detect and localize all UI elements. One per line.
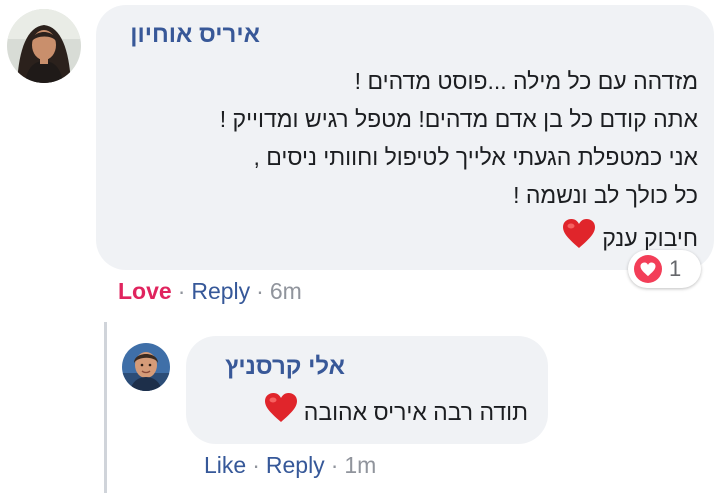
reply-text: תודה רבה איריס אהובה — [303, 398, 528, 425]
reaction-count: 1 — [669, 256, 682, 281]
separator-dot: · — [177, 278, 186, 304]
replier-avatar[interactable] — [122, 343, 170, 391]
comment-text-line: כל כולך לב ונשמה ! — [513, 182, 698, 208]
reaction-summary[interactable]: 1 — [628, 250, 701, 288]
comment-text-line: מזדהה עם כל מילה ...פוסט מדהים ! — [354, 68, 698, 94]
comment-timestamp[interactable]: 6m — [270, 276, 302, 306]
like-button[interactable]: Like — [204, 450, 246, 480]
reply-button[interactable]: Reply — [266, 450, 325, 480]
heart-emoji-icon — [264, 392, 298, 431]
commenter-avatar[interactable] — [7, 9, 81, 83]
comment-author-name[interactable]: איריס אוחיון — [115, 20, 260, 50]
comment-actions: Love · Reply · 6m — [118, 276, 302, 306]
comment-thread: איריס אוחיון מזדהה עם כל מילה ...פוסט מד… — [0, 0, 717, 493]
love-button[interactable]: Love — [118, 276, 172, 306]
heart-reaction-icon — [634, 255, 662, 283]
reply-timestamp[interactable]: 1m — [344, 450, 376, 480]
separator-dot: · — [256, 278, 264, 304]
comment-text-line: חיבוק ענק — [602, 224, 698, 251]
reply-actions: Like · Reply · 1m — [204, 450, 376, 480]
reply-button[interactable]: Reply — [191, 276, 250, 306]
separator-dot: · — [330, 452, 339, 478]
comment-text-line: אתה קודם כל בן אדם מדהים! מטפל רגיש ומדו… — [219, 106, 698, 132]
comment-text-line: אני כמטפלת הגעתי אלייך לטיפול וחוותי ניס… — [253, 144, 698, 170]
heart-emoji-icon — [562, 218, 596, 257]
separator-dot: · — [252, 452, 260, 478]
reply-thread-line — [104, 322, 107, 493]
reply-author-name[interactable]: אלי קרסניץ — [205, 352, 345, 382]
reply-text-line-with-heart: תודה רבה איריס אהובה — [205, 392, 528, 431]
